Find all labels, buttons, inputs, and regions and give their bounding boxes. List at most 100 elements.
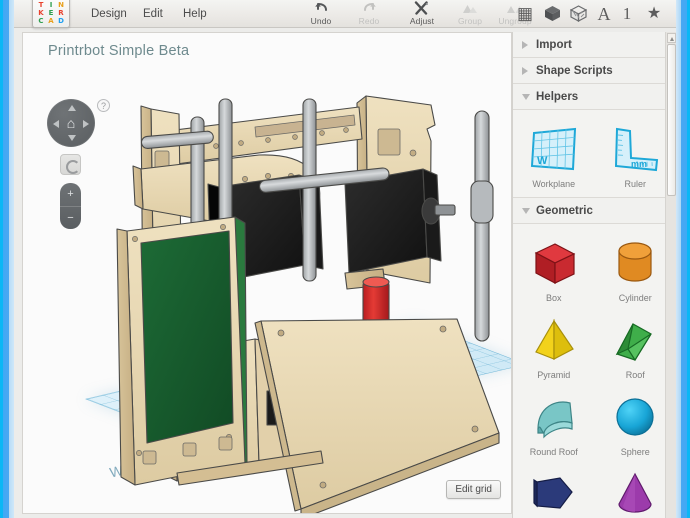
helpers-shape-grid: W Workplane mm Ruler — [513, 110, 676, 198]
group-shapes-icon — [447, 1, 493, 16]
zoom-in-button[interactable]: + — [60, 183, 81, 206]
design-canvas[interactable]: Printrbot Simple Beta Workplane — [22, 32, 512, 514]
sphere-shape-icon — [595, 390, 677, 446]
shape-item-sphere[interactable]: Sphere — [595, 384, 677, 461]
logo-letter: C — [38, 16, 44, 25]
cylinder-shape-icon — [595, 236, 677, 292]
wedge-shape-icon — [513, 467, 595, 518]
shape-label: Ruler — [624, 179, 646, 189]
number-tool-icon[interactable]: 1 — [616, 3, 638, 25]
logo-letter: N — [58, 0, 64, 9]
section-label: Helpers — [536, 91, 579, 103]
tinkercad-logo[interactable]: T I N K E R C A D — [32, 0, 70, 28]
shape-item-roof[interactable]: Roof — [595, 307, 677, 384]
menu-edit[interactable]: Edit — [134, 0, 172, 28]
cone-shape-icon — [595, 467, 677, 518]
redo-arrow-icon — [346, 1, 392, 16]
nav-arrow-down-icon[interactable] — [68, 135, 76, 141]
logo-letter: R — [58, 8, 64, 17]
chevron-right-icon — [522, 40, 528, 49]
svg-text:mm: mm — [631, 159, 647, 169]
smooth-rod-v4 — [474, 110, 490, 342]
adjust-button[interactable]: Adjust — [399, 1, 445, 28]
group-label: Group — [457, 16, 483, 26]
round-roof-shape-icon — [513, 390, 595, 446]
menu-design[interactable]: Design — [82, 0, 136, 28]
adjust-wrench-icon — [399, 1, 445, 16]
smooth-rod-v3 — [302, 98, 317, 282]
logo-letter: D — [58, 16, 64, 25]
roof-shape-icon — [595, 313, 677, 369]
scrollbar-thumb[interactable] — [667, 44, 676, 196]
nav-arrow-up-icon[interactable] — [68, 105, 76, 111]
shape-label: Workplane — [532, 179, 576, 189]
ruler-shape-icon: mm — [595, 122, 677, 178]
redo-button[interactable]: Redo — [346, 1, 392, 28]
adjust-label: Adjust — [409, 16, 435, 26]
chevron-down-icon — [522, 93, 530, 100]
solid-cube-icon[interactable] — [541, 3, 563, 25]
edit-grid-button[interactable]: Edit grid — [446, 480, 501, 499]
logo-row-2: K E R — [36, 9, 66, 17]
text-tool-icon[interactable]: A — [593, 3, 615, 25]
view-navigation-widget[interactable]: ⌂ ? + − — [47, 99, 110, 229]
sidebar-section-helpers[interactable]: Helpers — [513, 84, 676, 110]
undo-button[interactable]: Undo — [298, 1, 344, 28]
menu-help[interactable]: Help — [174, 0, 216, 28]
stepper-motor-right — [344, 168, 428, 274]
section-label: Shape Scripts — [536, 65, 613, 77]
sidebar-section-geometric[interactable]: Geometric — [513, 198, 676, 224]
shape-item-pyramid[interactable]: Pyramid — [513, 307, 595, 384]
home-view-icon[interactable]: ⌂ — [67, 116, 75, 130]
section-label: Geometric — [536, 205, 593, 217]
pyramid-shape-icon — [513, 313, 595, 369]
shape-label: Sphere — [620, 447, 650, 457]
transparent-cube-icon[interactable] — [567, 3, 589, 25]
logo-row-3: C A D — [36, 17, 66, 25]
shape-item-wedge[interactable]: Wedge — [513, 461, 595, 518]
logo-letter: T — [38, 0, 44, 9]
chevron-down-icon — [522, 207, 530, 214]
sidebar-section-import[interactable]: Import — [513, 32, 676, 58]
favorite-star-icon[interactable]: ★ — [643, 3, 665, 25]
shape-item-ruler[interactable]: mm Ruler — [595, 116, 677, 193]
shape-label: Round Roof — [529, 447, 578, 457]
window-frame-right-edge — [676, 0, 690, 518]
section-label: Import — [536, 39, 572, 51]
help-icon[interactable]: ? — [97, 99, 110, 112]
nav-arrow-right-icon[interactable] — [83, 120, 89, 128]
grid-view-icon[interactable]: ▦ — [514, 3, 536, 25]
view-cube[interactable]: ⌂ — [47, 99, 95, 147]
box-shape-icon — [513, 236, 595, 292]
logo-letter: E — [48, 8, 54, 17]
shape-item-cone[interactable]: Cone — [595, 461, 677, 518]
shape-label: Box — [545, 293, 562, 303]
shape-item-box[interactable]: Box — [513, 230, 595, 307]
undo-arrow-icon — [298, 1, 344, 16]
group-button[interactable]: Group — [447, 1, 493, 28]
fit-to-view-button[interactable] — [60, 154, 81, 175]
green-pcb — [140, 230, 234, 444]
workplane-shape-icon: W — [513, 122, 595, 178]
shape-item-round-roof[interactable]: Round Roof — [513, 384, 595, 461]
scroll-up-arrow-icon[interactable] — [667, 33, 676, 43]
geometric-shape-grid: Box Cylinder Pyramid Roof Round Roof Sph… — [513, 224, 676, 518]
zoom-controls[interactable]: + − — [60, 183, 81, 229]
shape-label: Roof — [625, 370, 645, 380]
zoom-out-button[interactable]: − — [60, 207, 81, 230]
sidebar-section-shape-scripts[interactable]: Shape Scripts — [513, 58, 676, 84]
shape-item-workplane[interactable]: W Workplane — [513, 116, 595, 193]
shapes-sidebar[interactable]: Import Shape Scripts Helpers W Workplane… — [512, 32, 676, 518]
tinkercad-app: T I N K E R C A D Design Edit Help Undo … — [14, 0, 676, 518]
svg-text:W: W — [537, 155, 548, 167]
chevron-right-icon — [522, 66, 528, 75]
window-frame: T I N K E R C A D Design Edit Help Undo … — [0, 0, 690, 518]
sidebar-scrollbar[interactable] — [665, 32, 676, 518]
top-toolbar: T I N K E R C A D Design Edit Help Undo … — [14, 0, 676, 28]
nav-arrow-left-icon[interactable] — [53, 120, 59, 128]
shape-item-cylinder[interactable]: Cylinder — [595, 230, 677, 307]
logo-row-1: T I N — [36, 1, 66, 9]
logo-letter: I — [49, 0, 53, 9]
redo-label: Redo — [358, 16, 380, 26]
logo-letter: K — [38, 8, 44, 17]
